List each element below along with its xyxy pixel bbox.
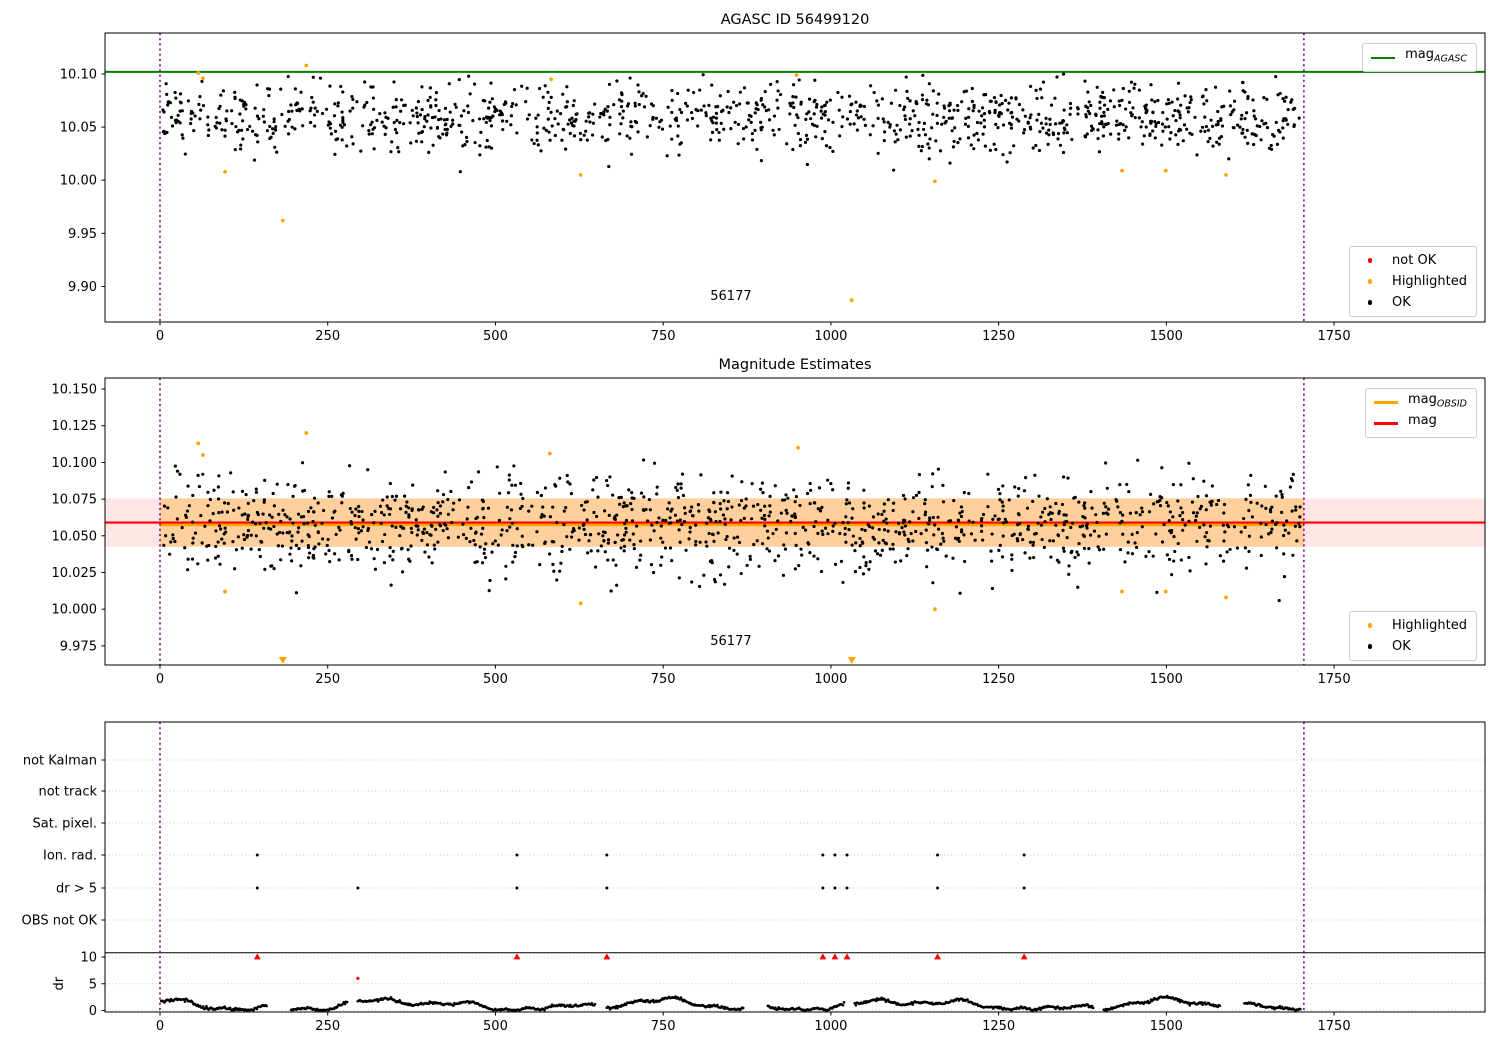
ok-dot-swatch xyxy=(1357,300,1383,305)
svg-text:0: 0 xyxy=(156,1019,164,1034)
plots-canvas: 561770 250 500 750 1000 1250 1500 17509.909.951… xyxy=(22,32,1486,1034)
legend-label-subscript: AGASC xyxy=(1433,53,1467,65)
svg-text:10.000: 10.000 xyxy=(52,603,98,618)
legend-row: not OK xyxy=(1357,250,1467,271)
svg-text:not Kalman: not Kalman xyxy=(23,754,97,769)
svg-text:750: 750 xyxy=(651,329,676,344)
svg-text:1500: 1500 xyxy=(1150,1019,1183,1034)
legend-label: not OK xyxy=(1392,252,1437,268)
plot1-area: 56177 0 250 500 750 1000 1250 1500 1750 9.90 9.95 1… xyxy=(60,32,1486,344)
svg-text:Ion. rad.: Ion. rad. xyxy=(43,849,97,864)
plot1-legend-line: magAGASC xyxy=(1362,43,1477,72)
svg-text:0: 0 xyxy=(156,329,164,344)
plot1-title: AGASC ID 56499120 xyxy=(720,12,870,28)
legend-row: mag xyxy=(1373,413,1467,434)
svg-text:10.150: 10.150 xyxy=(52,383,98,398)
mag-line-swatch xyxy=(1373,422,1399,425)
highlighted-dot-swatch xyxy=(1357,623,1383,628)
svg-text:10.05: 10.05 xyxy=(60,121,97,136)
legend-label: OK xyxy=(1392,294,1411,310)
plot1-legend-points: not OK Highlighted OK xyxy=(1349,246,1477,317)
svg-text:1750: 1750 xyxy=(1318,329,1351,344)
svg-text:10.075: 10.075 xyxy=(52,493,98,508)
figure: 56177 0 250 500 750 1000 1250 1500 1750 9.90 9.95 1… xyxy=(0,0,1500,1050)
svg-text:Sat. pixel.: Sat. pixel. xyxy=(33,817,97,832)
legend-row: Highlighted xyxy=(1357,615,1467,636)
legend-label: Highlighted xyxy=(1392,273,1467,289)
svg-text:OBS not OK: OBS not OK xyxy=(22,914,98,929)
svg-text:10.125: 10.125 xyxy=(52,419,98,434)
svg-text:500: 500 xyxy=(483,1019,508,1034)
legend-label-subscript: OBSID xyxy=(1436,398,1467,410)
legend-row: OK xyxy=(1357,292,1467,313)
mag-obsid-line-swatch xyxy=(1373,400,1399,405)
svg-text:56177: 56177 xyxy=(710,289,751,304)
plot2-area: 56177 0 250 500 750 1000 1250 1500 1750 9.975 10.0… xyxy=(52,377,1486,687)
svg-text:not track: not track xyxy=(38,785,97,800)
svg-text:750: 750 xyxy=(651,672,676,687)
svg-text:750: 750 xyxy=(651,1019,676,1034)
svg-text:0: 0 xyxy=(89,1004,97,1019)
plot2-legend-lines: magOBSID mag xyxy=(1364,388,1477,438)
svg-text:250: 250 xyxy=(315,1019,340,1034)
legend-label: mag xyxy=(1407,413,1437,429)
legend-row: OK xyxy=(1357,636,1467,657)
svg-text:1500: 1500 xyxy=(1150,672,1183,687)
svg-text:1000: 1000 xyxy=(814,1019,847,1034)
svg-text:1250: 1250 xyxy=(982,329,1015,344)
plot2-legend-points: Highlighted OK xyxy=(1349,611,1477,661)
highlighted-dot-swatch xyxy=(1357,279,1383,284)
svg-text:10: 10 xyxy=(80,951,97,966)
svg-text:10.050: 10.050 xyxy=(52,529,98,544)
svg-text:250: 250 xyxy=(315,329,340,344)
svg-text:1500: 1500 xyxy=(1150,329,1183,344)
svg-text:500: 500 xyxy=(483,672,508,687)
svg-text:9.975: 9.975 xyxy=(60,639,97,654)
legend-label: OK xyxy=(1392,638,1411,654)
legend-label: mag xyxy=(1405,47,1434,63)
svg-text:9.90: 9.90 xyxy=(68,280,97,295)
svg-text:10.025: 10.025 xyxy=(52,566,98,581)
legend-row: Highlighted xyxy=(1357,271,1467,292)
svg-text:500: 500 xyxy=(483,329,508,344)
svg-text:1750: 1750 xyxy=(1318,672,1351,687)
not-ok-dot-swatch xyxy=(1357,258,1383,263)
svg-text:1750: 1750 xyxy=(1318,1019,1351,1034)
legend-label: mag xyxy=(1407,392,1437,408)
svg-text:dr > 5: dr > 5 xyxy=(56,882,97,897)
plot3-area: 0 250 500 750 1000 1250 1500 1750 not Kalman not … xyxy=(22,721,1486,1034)
legend-row: magOBSID xyxy=(1373,392,1467,413)
svg-text:10.10: 10.10 xyxy=(60,68,97,83)
legend-row: magAGASC xyxy=(1370,47,1467,68)
svg-text:9.95: 9.95 xyxy=(68,227,97,242)
svg-text:1250: 1250 xyxy=(982,1019,1015,1034)
plot2-title: Magnitude Estimates xyxy=(718,357,872,373)
dr-axis-label: dr xyxy=(52,976,67,990)
legend-label: Highlighted xyxy=(1392,617,1467,633)
svg-text:250: 250 xyxy=(315,672,340,687)
svg-text:56177: 56177 xyxy=(710,634,751,649)
svg-text:1250: 1250 xyxy=(982,672,1015,687)
svg-text:1000: 1000 xyxy=(814,329,847,344)
svg-text:5: 5 xyxy=(89,977,97,992)
mag-agasc-line-swatch xyxy=(1370,56,1396,59)
svg-text:1000: 1000 xyxy=(814,672,847,687)
ok-dot-swatch xyxy=(1357,644,1383,649)
svg-text:10.100: 10.100 xyxy=(52,456,98,471)
svg-text:0: 0 xyxy=(156,672,164,687)
svg-text:10.00: 10.00 xyxy=(60,174,97,189)
